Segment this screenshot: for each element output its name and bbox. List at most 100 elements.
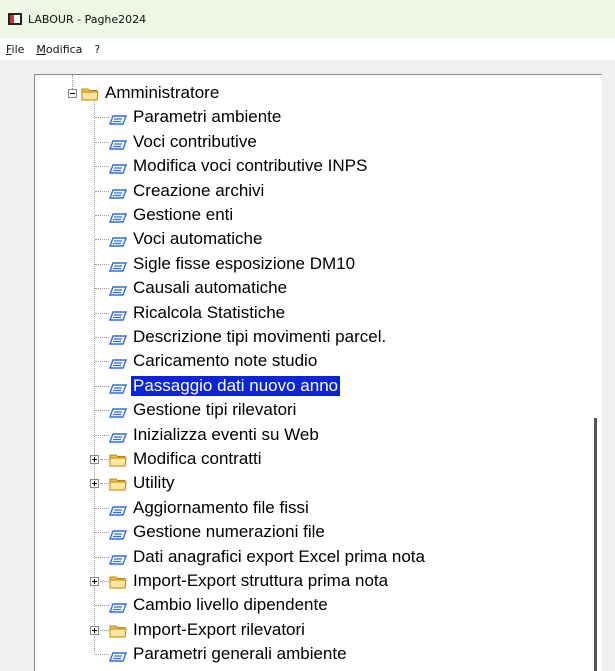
document-icon <box>108 355 128 370</box>
tree-view[interactable]: Amministratore Parametri ambiente Voci con… <box>34 74 602 671</box>
folder-icon <box>109 574 127 589</box>
tree-item-label: Voci contributive <box>133 131 257 151</box>
tree-connector <box>95 239 109 241</box>
app-window: LABOUR - Paghe2024 File Modifica? Amminis… <box>0 0 615 671</box>
tree-item[interactable]: Descrizione tipi movimenti parcel. <box>95 325 388 349</box>
tree-connector <box>95 263 109 265</box>
document-icon <box>108 380 128 394</box>
tree-connector <box>95 166 109 168</box>
tree-connector <box>95 117 109 119</box>
tree-item[interactable]: Aggiornamento file fissi <box>95 496 311 520</box>
document-icon <box>108 111 128 126</box>
tree-item[interactable]: Import-Export rilevatori <box>90 618 307 642</box>
tree-item[interactable]: Parametri ambiente <box>95 105 283 129</box>
document-icon <box>108 258 128 272</box>
tree-item[interactable]: Modifica contratti <box>90 447 264 471</box>
document-icon <box>108 502 128 516</box>
tree-item[interactable]: Dati anagrafici export Excel prima nota <box>95 545 427 569</box>
tree-item-label: Import-Export rilevatori <box>133 619 305 639</box>
app-icon <box>8 13 22 25</box>
tree-item-label: Gestione enti <box>133 205 234 224</box>
tree-connector <box>95 190 109 192</box>
menu-item-text: odifica <box>45 42 83 56</box>
document-icon <box>108 404 128 418</box>
tree-item-label: Ricalcola Statistiche <box>133 302 286 322</box>
tree-item-label: Dati anagrafici export Excel prima nota <box>133 546 425 566</box>
folder-icon <box>109 623 127 638</box>
tree-node-amministratore[interactable]: Amministratore <box>68 81 221 105</box>
menu-item-text: ile <box>11 42 25 56</box>
tree-item-label: Modifica contratti <box>133 449 262 468</box>
tree-item-label: Voci automatiche <box>133 229 263 249</box>
document-icon <box>108 136 128 150</box>
window-title: LABOUR - Paghe2024 <box>28 12 147 26</box>
expand-toggle-icon[interactable] <box>90 625 99 635</box>
tree-item-label: Caricamento note studio <box>133 351 318 371</box>
document-icon <box>108 599 128 614</box>
tree-item-label: Utility <box>133 473 175 493</box>
tree-item[interactable]: Inizializza eventi su Web <box>95 423 321 447</box>
tree-connector <box>95 215 109 216</box>
tree-item[interactable]: Parametri generali ambiente <box>95 642 349 666</box>
menu-bar: File Modifica? <box>0 38 615 60</box>
document-icon <box>108 160 128 174</box>
tree-item[interactable]: Caricamento note studio <box>95 349 319 373</box>
scrollbar-thumb[interactable] <box>594 418 597 671</box>
folder-open-icon <box>81 86 99 101</box>
tree-item[interactable]: Modifica voci contributive INPS <box>95 154 369 178</box>
tree-item[interactable]: Import-Export struttura prima nota <box>90 569 390 593</box>
tree-item-label-selected: Passaggio dati nuovo anno <box>129 374 342 397</box>
menu-item-file[interactable]: File <box>6 43 24 56</box>
menu-item-modifica[interactable]: Modifica <box>36 43 82 56</box>
menu-item-mnemonic: M <box>36 42 46 56</box>
tree-connector <box>95 288 109 290</box>
document-icon <box>108 551 128 565</box>
tree-item[interactable]: Cambio livello dipendente <box>95 593 330 617</box>
tree-connector <box>95 361 109 363</box>
tree-item[interactable]: Sigle fisse esposizione DM10 <box>95 252 357 276</box>
tree-connector <box>95 141 109 143</box>
tree-item-label: Parametri generali ambiente <box>133 644 347 664</box>
document-icon <box>108 526 128 540</box>
expand-toggle-icon[interactable] <box>90 455 99 464</box>
document-icon <box>108 429 128 443</box>
document-icon <box>108 331 128 345</box>
tree-item[interactable]: Causali automatiche <box>95 276 289 300</box>
tree-item[interactable]: Voci contributive <box>95 130 259 154</box>
tree-item-label: Aggiornamento file fissi <box>133 497 309 517</box>
tree-item-label: Creazione archivi <box>133 180 265 200</box>
tree-item[interactable]: Passaggio dati nuovo anno <box>95 374 342 398</box>
tree-item-label: Causali automatiche <box>133 278 288 298</box>
expand-toggle-icon[interactable] <box>90 479 99 489</box>
tree-connector <box>95 337 109 338</box>
tree-item-label: Cambio livello dipendente <box>133 595 328 615</box>
tree-item-label: Gestione tipi rilevatori <box>133 400 297 420</box>
tree-item[interactable]: Utility <box>90 471 177 495</box>
tree-item[interactable]: Gestione tipi rilevatori <box>95 398 298 422</box>
tree-connector <box>95 507 109 509</box>
document-icon <box>108 307 128 321</box>
tree-item[interactable]: Creazione archivi <box>95 179 266 203</box>
tree-connector <box>95 410 109 412</box>
tree-item-label: Sigle fisse esposizione DM10 <box>133 253 356 273</box>
tree-item[interactable]: Gestione enti <box>95 203 235 227</box>
document-icon <box>108 282 128 296</box>
tree-connector <box>95 556 109 558</box>
tree-item[interactable]: Voci automatiche <box>95 227 264 251</box>
title-bar[interactable]: LABOUR - Paghe2024 <box>0 0 615 38</box>
tree-item-label: Import-Export struttura prima nota <box>133 571 389 590</box>
tree-connector <box>95 532 109 534</box>
document-icon <box>108 648 128 662</box>
collapse-toggle-icon[interactable] <box>68 89 77 98</box>
menu-item-text: ? <box>94 42 101 56</box>
tree-connector <box>95 654 109 656</box>
tree-item[interactable]: Gestione numerazioni file <box>95 520 327 544</box>
tree-guide-line <box>94 93 95 653</box>
tree-connector <box>95 385 109 387</box>
tree-item-label: Gestione numerazioni file <box>133 522 325 542</box>
expand-toggle-icon[interactable] <box>90 577 99 586</box>
menu-item-?[interactable]: ? <box>94 43 100 56</box>
folder-icon <box>109 476 127 491</box>
tree-item[interactable]: Ricalcola Statistiche <box>95 301 287 325</box>
tree-node-label: Amministratore <box>105 83 220 102</box>
